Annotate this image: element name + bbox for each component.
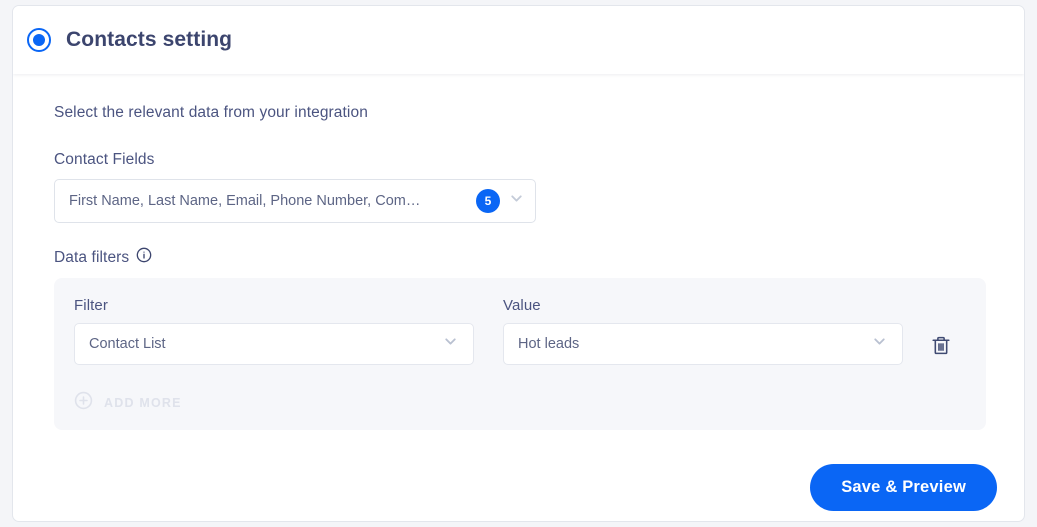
chevron-down-icon (508, 190, 525, 212)
filter-select-value: Contact List (89, 336, 166, 352)
page-root: Contacts setting Select the relevant dat… (0, 0, 1037, 527)
contact-fields-value: First Name, Last Name, Email, Phone Numb… (69, 193, 421, 209)
contact-fields-label: Contact Fields (54, 151, 155, 168)
lead-description: Select the relevant data from your integ… (54, 104, 368, 121)
delete-filter-button[interactable] (930, 334, 952, 357)
page-title: Contacts setting (66, 28, 233, 51)
filter-select[interactable]: Contact List (74, 323, 474, 365)
plus-circle-icon (74, 391, 93, 415)
card-header: Contacts setting (13, 6, 1024, 74)
data-filters-header: Data filters (54, 247, 984, 268)
save-and-preview-button[interactable]: Save & Preview (810, 464, 997, 511)
filter-column-label: Filter (74, 297, 108, 314)
contact-fields-count-badge: 5 (476, 189, 500, 213)
add-more-button[interactable]: ADD MORE (74, 391, 986, 415)
contact-fields-select[interactable]: First Name, Last Name, Email, Phone Numb… (54, 179, 536, 223)
contacts-setting-radio[interactable] (27, 28, 51, 52)
data-filters-label: Data filters (54, 248, 130, 266)
value-column-label: Value (503, 297, 541, 314)
chevron-down-icon (442, 333, 459, 355)
value-select-value: Hot leads (518, 336, 580, 352)
contacts-setting-card: Contacts setting Select the relevant dat… (12, 5, 1025, 522)
filter-row: Filter Contact List Value Hot leads (74, 297, 986, 365)
filter-column: Filter Contact List (74, 297, 474, 365)
data-filters-panel: Filter Contact List Value Hot leads ADD … (54, 278, 986, 430)
chevron-down-icon (871, 333, 888, 355)
radio-dot-icon (33, 34, 45, 46)
card-body: Select the relevant data from your integ… (13, 74, 1024, 430)
trash-icon (930, 336, 952, 360)
card-footer: Save & Preview (810, 464, 997, 511)
value-select[interactable]: Hot leads (503, 323, 903, 365)
value-column: Value Hot leads (503, 297, 903, 365)
add-more-label: ADD MORE (104, 396, 182, 410)
info-circle-icon[interactable] (136, 247, 152, 268)
